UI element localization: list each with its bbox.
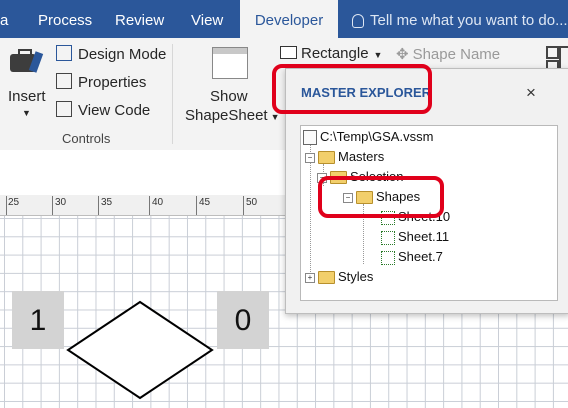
show-shapesheet-button[interactable]: ShapeSheet ▼ xyxy=(185,107,280,124)
ruler-label: 35 xyxy=(101,197,113,208)
ruler-tick xyxy=(149,196,150,215)
properties-icon xyxy=(56,73,72,89)
tree-node-file[interactable]: C:\Temp\GSA.vssm xyxy=(303,128,433,146)
close-icon[interactable]: × xyxy=(526,83,536,103)
group-divider xyxy=(172,44,173,144)
shape-name-icon: ✥ xyxy=(396,46,409,63)
insert-control-icon xyxy=(8,46,44,76)
chevron-down-icon[interactable]: ▼ xyxy=(22,108,31,118)
properties-button[interactable]: Properties xyxy=(56,73,146,91)
ruler-tick xyxy=(98,196,99,215)
expand-icon[interactable]: + xyxy=(305,272,315,283)
lightbulb-icon xyxy=(352,14,364,29)
shape-box-right[interactable]: 0 xyxy=(217,291,269,349)
tree-node-styles[interactable]: + Styles xyxy=(305,268,373,286)
shape-icon xyxy=(381,230,395,245)
ruler-tick xyxy=(6,196,7,215)
design-mode-icon xyxy=(56,45,72,61)
rectangle-button[interactable]: Rectangle ▼ xyxy=(280,45,382,62)
ruler-tick xyxy=(196,196,197,215)
shape-icon xyxy=(381,250,395,265)
design-mode-button[interactable]: Design Mode xyxy=(56,45,166,63)
view-code-button[interactable]: View Code xyxy=(56,101,150,119)
insert-button[interactable]: Insert xyxy=(8,88,46,105)
tree-node-sheet[interactable]: Sheet.7 xyxy=(381,248,443,266)
ruler-label: 30 xyxy=(55,197,67,208)
shapesheet-icon xyxy=(212,47,248,79)
tab-process[interactable]: Process xyxy=(38,0,92,38)
folder-icon xyxy=(318,271,335,285)
ruler-label: 40 xyxy=(152,197,164,208)
controls-group-label: Controls xyxy=(62,131,111,146)
file-icon xyxy=(303,130,317,146)
tab-view[interactable]: View xyxy=(191,0,223,38)
ruler-label: 45 xyxy=(199,197,211,208)
shape-name-button[interactable]: ✥ Shape Name xyxy=(396,45,500,63)
highlight-title xyxy=(272,64,432,114)
tab-data[interactable]: a xyxy=(0,0,8,38)
folder-open-icon xyxy=(318,151,335,165)
ribbon-tab-bar: a Process Review View Developer Tell me … xyxy=(0,0,568,38)
tree-node-sheet[interactable]: Sheet.11 xyxy=(381,228,449,246)
ruler-tick xyxy=(52,196,53,215)
collapse-icon[interactable]: − xyxy=(305,152,315,163)
diamond-shape[interactable] xyxy=(62,296,220,408)
ruler-label: 25 xyxy=(8,197,20,208)
chevron-down-icon: ▼ xyxy=(373,50,383,60)
tree-node-masters[interactable]: − Masters xyxy=(305,148,384,166)
highlight-shapes xyxy=(318,176,444,218)
ruler-label: 50 xyxy=(246,197,258,208)
ruler-tick xyxy=(243,196,244,215)
shape-box-left[interactable]: 1 xyxy=(12,291,64,349)
view-code-icon xyxy=(56,101,72,117)
tab-review[interactable]: Review xyxy=(115,0,164,38)
tell-me-box[interactable]: Tell me what you want to do... xyxy=(352,0,568,38)
show-label: Show xyxy=(210,88,248,105)
tab-developer[interactable]: Developer xyxy=(240,0,338,38)
rectangle-icon xyxy=(280,46,297,59)
